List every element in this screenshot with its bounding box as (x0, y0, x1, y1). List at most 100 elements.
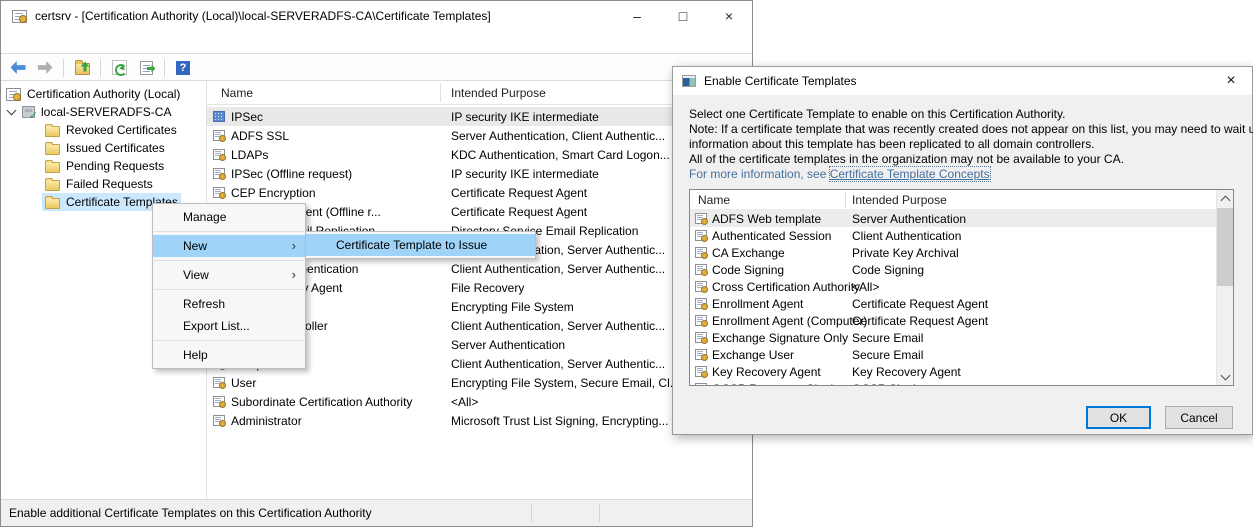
submenu-arrow-icon: › (292, 267, 296, 282)
Cross Certification Authority[interactable]: Cross Certification Authority<All> (690, 278, 1216, 295)
close-button[interactable]: × (706, 1, 752, 31)
menu-item-help[interactable]: Help (153, 344, 305, 366)
certificate-template-icon (213, 415, 225, 426)
IPSec (Offline request)[interactable]: IPSec (Offline request)IP security IKE i… (207, 164, 752, 183)
certificate-template-icon (695, 281, 707, 292)
column-divider[interactable] (440, 83, 441, 102)
Authenticated Session[interactable]: Authenticated SessionClient Authenticati… (690, 227, 1216, 244)
certificate-template-icon (213, 149, 225, 160)
column-header-name[interactable]: Name (221, 86, 253, 100)
menu-separator (154, 340, 304, 341)
certsrv-app-icon (12, 10, 27, 23)
folder-icon (45, 198, 60, 209)
ADFS Web template[interactable]: ADFS Web templateServer Authentication (690, 210, 1216, 227)
submenu-arrow-icon: › (292, 238, 296, 253)
export-list-icon[interactable] (136, 58, 156, 78)
dialog-close-icon[interactable]: × (1210, 72, 1252, 90)
certificate-template-icon (213, 187, 225, 198)
window-controls: – □ × (614, 1, 752, 31)
chevron-down-icon[interactable] (7, 106, 17, 116)
column-divider[interactable] (845, 192, 846, 208)
certificate-template-icon (695, 230, 707, 241)
title-bar: certsrv - [Certification Authority (Loca… (1, 1, 752, 31)
back-icon[interactable] (8, 58, 28, 78)
tree-item-failed-requests[interactable]: Failed Requests (1, 175, 206, 193)
certificate-template-icon (695, 247, 707, 258)
column-header-purpose[interactable]: Intended Purpose (852, 193, 947, 207)
certificate-template-icon (695, 264, 707, 275)
ca-server-icon (22, 106, 35, 118)
Exchange Signature Only[interactable]: Exchange Signature OnlySecure Email (690, 329, 1216, 346)
Enrollment Agent (Computer)[interactable]: Enrollment Agent (Computer)Certificate R… (690, 312, 1216, 329)
folder-icon (45, 144, 60, 155)
Exchange User[interactable]: Exchange UserSecure Email (690, 346, 1216, 363)
ADFS SSL[interactable]: ADFS SSLServer Authentication, Client Au… (207, 126, 752, 145)
maximize-button[interactable]: □ (660, 1, 706, 31)
menu-item-view[interactable]: View› (153, 264, 305, 286)
note-line: Note: If a certificate template that was… (689, 122, 1253, 137)
certificate-template-icon (695, 298, 707, 309)
tree-item-issued-certificates[interactable]: Issued Certificates (1, 139, 206, 157)
Subordinate Certification Authority[interactable]: Subordinate Certification Authority<All> (207, 392, 752, 411)
IPSec[interactable]: IPSecIP security IKE intermediate (207, 107, 752, 126)
menu-separator (154, 260, 304, 261)
scrollbar[interactable] (1216, 190, 1233, 385)
certificate-template-concepts-link[interactable]: Certificate Template Concepts (830, 167, 990, 181)
folder-icon (45, 162, 60, 173)
certificate-template-icon (695, 366, 707, 377)
certificate-template-icon (213, 396, 225, 407)
status-bar: Enable additional Certificate Templates … (1, 499, 752, 526)
tree-item-ca[interactable]: local-SERVERADFS-CA (1, 103, 206, 121)
scroll-down-icon[interactable] (1217, 368, 1233, 385)
menu-item-export-list[interactable]: Export List... (153, 315, 305, 337)
refresh-icon[interactable] (109, 58, 129, 78)
certificate-template-icon (695, 315, 707, 326)
Code Signing[interactable]: Code SigningCode Signing (690, 261, 1216, 278)
tree-item-pending-requests[interactable]: Pending Requests (1, 157, 206, 175)
ok-button[interactable]: OK (1086, 406, 1151, 429)
Enrollment Agent[interactable]: Enrollment AgentCertificate Request Agen… (690, 295, 1216, 312)
User[interactable]: UserEncrypting File System, Secure Email… (207, 373, 752, 392)
dialog-title-bar: Enable Certificate Templates × (673, 67, 1252, 95)
tree-item-revoked-certificates[interactable]: Revoked Certificates (1, 121, 206, 139)
certificate-template-icon (695, 383, 707, 385)
menu-item-refresh[interactable]: Refresh (153, 293, 305, 315)
OCSP Response Signing[interactable]: OCSP Response SigningOCSP Signing (690, 380, 1216, 385)
note-line: All of the certificate templates in the … (689, 152, 1253, 167)
CA Exchange[interactable]: CA ExchangePrivate Key Archival (690, 244, 1216, 261)
Administrator[interactable]: AdministratorMicrosoft Trust List Signin… (207, 411, 752, 430)
LDAPs[interactable]: LDAPsKDC Authentication, Smart Card Logo… (207, 145, 752, 164)
CEP Encryption[interactable]: CEP EncryptionCertificate Request Agent (207, 183, 752, 202)
statusbar-pane-divider (531, 504, 532, 522)
dialog-template-list: Name Intended Purpose ADFS Web templateS… (689, 189, 1234, 386)
certificate-template-icon (213, 168, 225, 179)
scroll-up-icon[interactable] (1217, 190, 1233, 207)
folder-icon (45, 180, 60, 191)
link-prefix: For more information, see (689, 167, 830, 181)
certification-authority-icon (6, 88, 21, 101)
certsrv-window: certsrv - [Certification Authority (Loca… (0, 0, 753, 527)
up-one-level-icon[interactable] (72, 58, 92, 78)
column-header-purpose[interactable]: Intended Purpose (451, 86, 546, 100)
dialog-note: Select one Certificate Template to enabl… (689, 107, 1253, 182)
Key Recovery Agent[interactable]: Key Recovery AgentKey Recovery Agent (690, 363, 1216, 380)
toolbar (1, 55, 752, 81)
forward-icon[interactable] (35, 58, 55, 78)
note-link-line: For more information, see Certificate Te… (689, 167, 1253, 182)
statusbar-pane-divider (599, 504, 600, 522)
certificate-template-icon (695, 349, 707, 360)
tree-item-certification-authority[interactable]: Certification Authority (Local) (1, 85, 206, 103)
minimize-button[interactable]: – (614, 1, 660, 31)
status-text: Enable additional Certificate Templates … (9, 506, 372, 520)
cancel-button[interactable]: Cancel (1165, 406, 1233, 429)
menu-item-new[interactable]: New› (153, 235, 305, 257)
certificate-template-icon (213, 130, 225, 141)
scroll-thumb[interactable] (1217, 208, 1233, 286)
help-icon[interactable] (173, 58, 193, 78)
column-header-name[interactable]: Name (698, 193, 730, 207)
menu-bar (1, 31, 752, 54)
context-menu: Manage New› View› RefreshExport List... Help (152, 203, 306, 369)
submenu: Certificate Template to Issue (305, 231, 536, 259)
menu-item-certificate-template-to-issue[interactable]: Certificate Template to Issue (306, 234, 535, 256)
menu-item-manage[interactable]: Manage (153, 206, 305, 228)
